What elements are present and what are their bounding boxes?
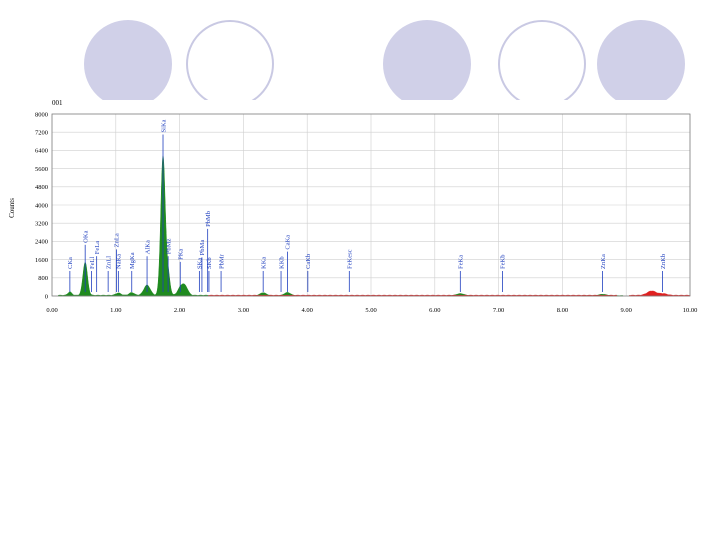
- y-axis-label: Counts: [8, 198, 16, 218]
- peak-label: PbMr: [218, 253, 225, 269]
- peak-label: OKa: [82, 230, 89, 242]
- peak-label: FeKesc: [347, 249, 354, 269]
- x-tick-label: 9.00: [621, 307, 632, 314]
- eds-spectrum-chart: 001 Counts 0 800 1600 2400 3200 4000 4800 5600 6…: [8, 99, 697, 314]
- peak-label: FeKa: [458, 255, 465, 269]
- circle-decoration-1: [84, 20, 172, 100]
- circle-decoration-4: [498, 20, 586, 100]
- peak-label: FeLl: [89, 257, 96, 269]
- peak-label: PKa: [178, 249, 185, 260]
- y-tick-label: 7200: [35, 130, 48, 137]
- peak-label: CKa: [67, 257, 74, 269]
- peak-label: PbMz: [165, 239, 172, 255]
- decorative-circles: [84, 20, 685, 100]
- x-tick-label: 3.00: [238, 307, 249, 314]
- peak-label: ZnKa: [600, 254, 607, 269]
- circle-decoration-2: [186, 20, 274, 100]
- y-tick-label: 3200: [35, 221, 48, 228]
- y-tick-label: 0: [45, 293, 48, 300]
- peak-label: KKb: [278, 256, 285, 269]
- spectrum-series: [58, 155, 691, 297]
- y-axis-ticks: 0 800 1600 2400 3200 4000 4800 5600 6400 7200 8000: [35, 111, 48, 300]
- x-tick-label: 7.00: [493, 307, 504, 314]
- circle-decoration-3: [383, 20, 471, 100]
- y-tick-label: 8000: [35, 111, 48, 118]
- spectrum-area-green: [58, 155, 209, 297]
- spectrum-area-red: [629, 290, 691, 297]
- chart-grid: [51, 113, 691, 297]
- peak-label: PbMb: [205, 211, 212, 227]
- peak-label: ZnKb: [660, 254, 667, 269]
- peak-label: FeLa: [94, 241, 101, 254]
- peak-label: FeKb: [500, 255, 507, 269]
- peak-label: MgKa: [129, 252, 136, 269]
- y-tick-label: 1600: [35, 257, 48, 264]
- peak-label: SiKa: [160, 119, 167, 132]
- x-tick-label: 1.00: [110, 307, 121, 314]
- x-tick-label: 5.00: [365, 307, 376, 314]
- peak-annotations: CKaOKaFeLlFeLaZnLl NaKaZnLaMgKaAlKaSiKaPb…: [67, 119, 667, 292]
- y-tick-label: 4000: [35, 202, 48, 209]
- peak-label: CaKb: [305, 254, 312, 269]
- peak-label: ZnLl: [105, 256, 112, 269]
- x-tick-label: 6.00: [429, 307, 440, 314]
- peak-label: KKa: [260, 257, 267, 269]
- y-tick-label: 2400: [35, 239, 48, 246]
- peak-label: SKa: [197, 258, 204, 269]
- x-tick-label: 0.00: [46, 307, 57, 314]
- x-tick-label: 2.00: [174, 307, 185, 314]
- x-axis-ticks: 0.00 1.00 2.00 3.00 4.00 5.00 6.00 7.00 8.00 9.00…: [46, 307, 697, 314]
- peak-label: CaKa: [285, 235, 292, 250]
- x-tick-label: 4.00: [302, 307, 313, 314]
- circle-decoration-5: [597, 20, 685, 100]
- peak-label: ZnLa: [114, 233, 121, 247]
- x-tick-label: 10.00: [683, 307, 698, 314]
- y-tick-label: 4800: [35, 184, 48, 191]
- x-tick-label: 8.00: [557, 307, 568, 314]
- y-tick-label: 800: [38, 275, 48, 282]
- y-tick-label: 5600: [35, 166, 48, 173]
- y-tick-label: 6400: [35, 148, 48, 155]
- peak-label: AlKa: [144, 240, 151, 254]
- peak-label: PbMa: [199, 240, 206, 256]
- chart-title: 001: [52, 99, 63, 107]
